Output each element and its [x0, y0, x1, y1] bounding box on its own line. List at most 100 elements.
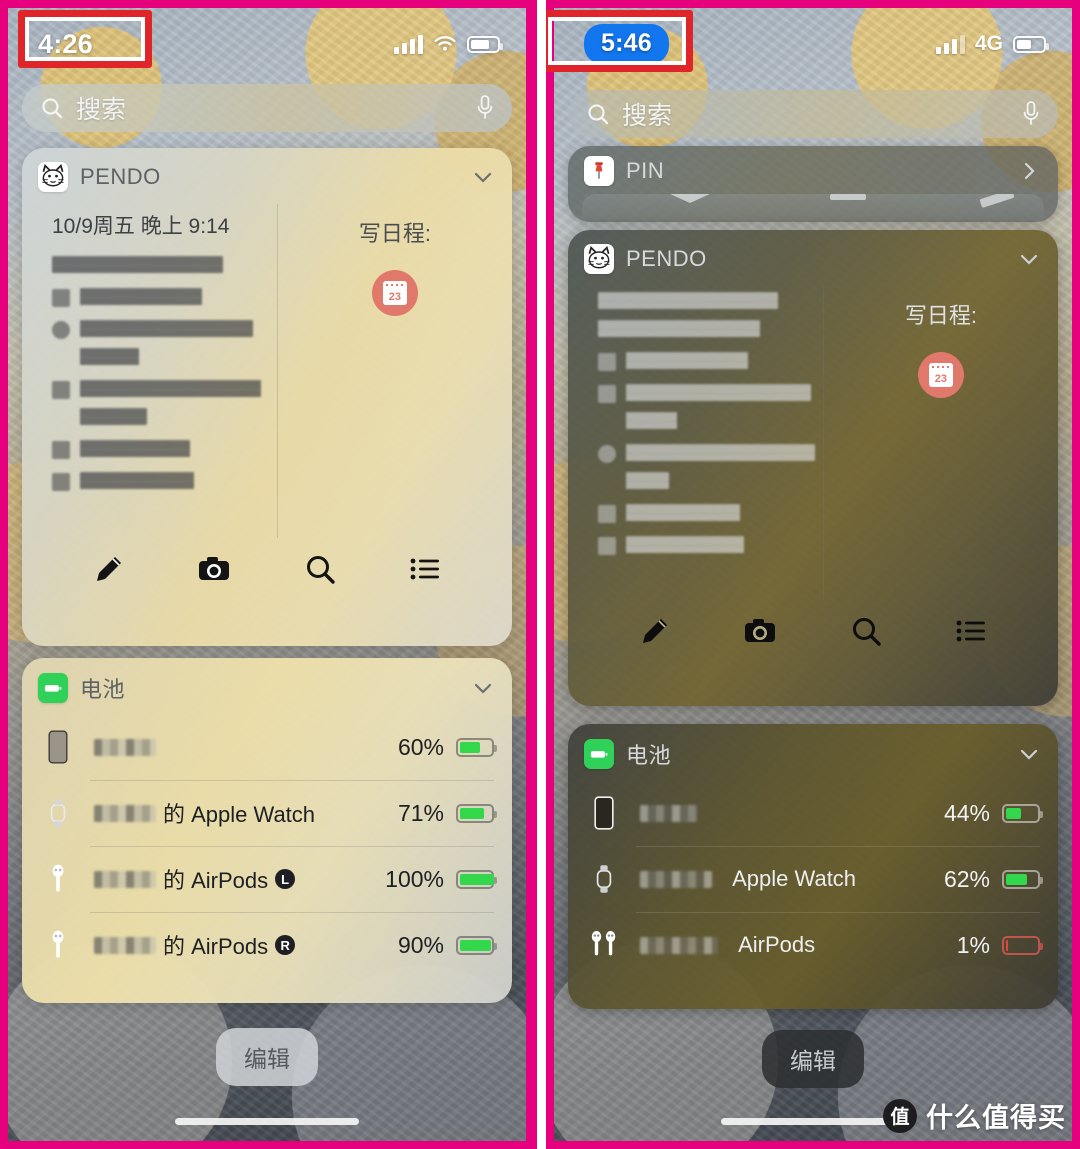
watermark: 值 什么值得买 [883, 1096, 1066, 1135]
edit-button[interactable]: 编辑 [216, 1028, 318, 1086]
battery-app-icon [38, 673, 68, 703]
battery-device-list: 44% Apple Watch 62% AirPods 1% [568, 776, 1058, 992]
edit-button[interactable]: 编辑 [762, 1030, 864, 1088]
battery-widget-header[interactable]: 电池 [22, 658, 512, 710]
battery-widget-header[interactable]: 电池 [568, 724, 1058, 776]
pin-widget[interactable]: PIN [568, 146, 1058, 222]
list-icon[interactable] [954, 614, 988, 648]
right-channel-badge: R [275, 935, 296, 955]
airpod-single-icon [38, 929, 78, 961]
device-name: AirPods [640, 932, 815, 958]
battery-level: 90% [397, 931, 497, 959]
battery-widget[interactable]: 电池 60% 的 Apple Watch 71% 的 AirPods L 100… [22, 658, 512, 1003]
pendo-schedule-column: 写日程: 23 [822, 286, 1058, 600]
pushpin-icon [584, 156, 614, 186]
battery-widget[interactable]: 电池 44% Apple Watch 62% AirPods 1% [568, 724, 1058, 1009]
battery-row[interactable]: 的 AirPods R 90% [38, 912, 497, 978]
battery-row[interactable]: Apple Watch 62% [584, 846, 1043, 912]
battery-gauge-icon [456, 737, 497, 757]
panel-divider [537, 0, 546, 1149]
left-channel-badge: L [275, 869, 296, 889]
pencil-icon[interactable] [92, 552, 126, 586]
pendo-widget-header[interactable]: PENDO [22, 148, 512, 198]
censored-note-line [52, 380, 277, 436]
battery-level: 60% [398, 734, 497, 761]
microphone-icon[interactable] [476, 94, 494, 122]
battery-row[interactable]: 的 Apple Watch 71% [38, 780, 497, 846]
chevron-right-icon[interactable] [1018, 160, 1040, 182]
censored-note-line [598, 352, 823, 380]
chevron-down-icon[interactable] [1018, 248, 1040, 270]
battery-row[interactable]: AirPods 1% [584, 912, 1043, 978]
battery-percent: 100% [385, 865, 444, 892]
airpod-single-icon [38, 863, 78, 895]
pendo-widget-title: PENDO [626, 246, 707, 271]
pendo-widget-title: PENDO [80, 164, 161, 189]
calendar-23-icon[interactable]: 23 [917, 352, 964, 398]
camera-icon[interactable] [197, 552, 231, 586]
battery-row[interactable]: 44% [584, 780, 1043, 846]
censored-note-line [598, 444, 823, 500]
pendo-toolbar [568, 600, 1058, 666]
cat-app-icon [584, 244, 614, 274]
battery-gauge-icon [1002, 803, 1043, 823]
search-placeholder: 搜索 [622, 102, 673, 130]
battery-widget-title: 电池 [626, 743, 672, 768]
battery-gauge-icon [456, 869, 497, 889]
home-indicator[interactable] [175, 1118, 359, 1125]
pendo-notes-column[interactable]: 10/9周五 晚上 9:14 [22, 204, 277, 538]
microphone-icon[interactable] [1022, 100, 1040, 128]
device-name [94, 738, 156, 756]
search-bar[interactable]: 搜索 [568, 90, 1058, 138]
watch-icon [584, 863, 624, 895]
schedule-label: 写日程: [904, 303, 977, 328]
status-indicators: 4G [935, 32, 1049, 56]
battery-gauge-icon [456, 935, 497, 955]
censored-note-line [52, 288, 277, 316]
device-name [640, 804, 698, 822]
pin-widget-peek [582, 194, 1044, 220]
search-placeholder: 搜索 [76, 96, 127, 124]
signal-bars-icon [935, 34, 965, 54]
pendo-widget[interactable]: PENDO 10/9周五 晚上 9:14 写日程: 23 [22, 148, 512, 646]
chevron-down-icon[interactable] [472, 677, 494, 699]
list-icon[interactable] [408, 552, 442, 586]
battery-icon [1013, 35, 1049, 53]
search-icon [40, 96, 64, 120]
pin-widget-header[interactable]: PIN [568, 146, 1058, 188]
pendo-date-label: 10/9周五 晚上 9:14 [52, 215, 230, 238]
pendo-schedule-column: 写日程: 23 [276, 204, 512, 538]
chevron-down-icon[interactable] [1018, 743, 1040, 765]
battery-row[interactable]: 60% [38, 714, 497, 780]
cat-app-icon [38, 162, 68, 192]
battery-gauge-icon [1002, 935, 1043, 955]
home-indicator[interactable] [721, 1118, 905, 1125]
battery-level: 1% [956, 931, 1043, 959]
status-indicators [394, 34, 503, 54]
battery-percent: 1% [956, 931, 990, 958]
battery-percent: 90% [397, 931, 444, 958]
camera-icon[interactable] [743, 614, 777, 648]
pendo-widget-header[interactable]: PENDO [568, 230, 1058, 280]
battery-app-icon [584, 739, 614, 769]
battery-row[interactable]: 的 AirPods L 100% [38, 846, 497, 912]
pencil-icon[interactable] [638, 614, 672, 648]
censored-note-line [52, 472, 277, 500]
calendar-23-icon[interactable]: 23 [371, 270, 418, 316]
device-name: 的 AirPods R [94, 929, 296, 961]
airpods-pair-icon [584, 929, 624, 961]
censored-note-line [52, 440, 277, 468]
chevron-down-icon[interactable] [472, 166, 494, 188]
pendo-notes-column[interactable] [568, 286, 823, 600]
network-type-label: 4G [974, 32, 1003, 55]
pin-widget-title: PIN [626, 158, 665, 183]
search-bar[interactable]: 搜索 [22, 84, 512, 132]
signal-bars-icon [394, 34, 423, 54]
device-name: 的 AirPods L [94, 863, 296, 895]
schedule-label: 写日程: [358, 221, 431, 246]
censored-note-line [598, 536, 823, 564]
pendo-widget[interactable]: PENDO 写日程: 23 [568, 230, 1058, 706]
search-icon[interactable] [303, 552, 337, 586]
search-icon[interactable] [849, 614, 883, 648]
battery-percent: 71% [397, 799, 444, 826]
